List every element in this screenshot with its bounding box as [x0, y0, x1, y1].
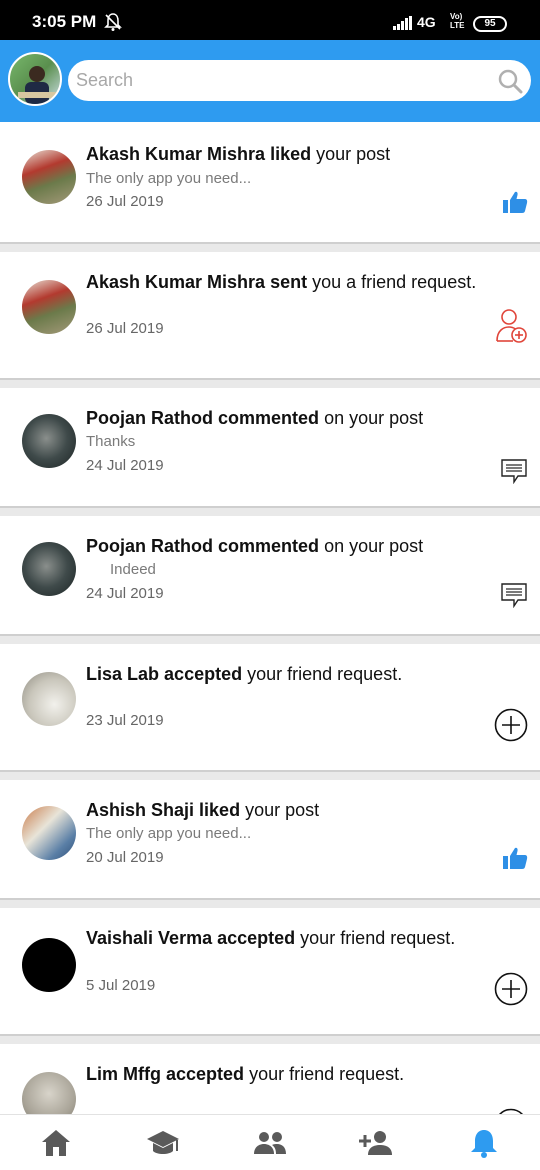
notification-date: 26 Jul 2019 [86, 320, 164, 337]
user-avatar [22, 150, 76, 204]
notification-text: your friend request. [247, 664, 403, 684]
comment-preview: Thanks [86, 433, 136, 450]
notification-text: your friend request. [249, 1064, 405, 1084]
actor-name: Poojan Rathod [86, 536, 213, 556]
search-icon[interactable] [497, 68, 523, 94]
notification-verb: sent [270, 272, 308, 292]
add-circle-icon[interactable] [494, 708, 528, 742]
notification-title: Akash Kumar Mishra sent you a friend req… [86, 272, 476, 293]
mute-icon [104, 13, 122, 31]
status-time: 3:05 PM [32, 12, 97, 31]
like-icon[interactable] [502, 846, 528, 870]
courses-icon[interactable] [145, 1127, 181, 1159]
search-input[interactable] [76, 66, 486, 94]
user-avatar [22, 280, 76, 334]
user-avatar [22, 414, 76, 468]
notification-date: 24 Jul 2019 [86, 585, 164, 602]
volte-label: Vo) LTE [450, 12, 465, 30]
user-avatar [22, 542, 76, 596]
add-circle-icon[interactable] [494, 972, 528, 1006]
user-avatar [22, 1072, 76, 1114]
notification-text: your post [316, 144, 391, 164]
post-preview: The only app you need... [86, 170, 252, 187]
actor-name: Akash Kumar Mishra [86, 144, 266, 164]
notification-date: 26 Jul 2019 [86, 193, 164, 210]
notification-title: Lisa Lab accepted your friend request. [86, 664, 402, 685]
notification-verb: liked [199, 800, 241, 820]
notification-date: 24 Jul 2019 [86, 457, 164, 474]
notification-verb: accepted [166, 1064, 245, 1084]
add-friend-nav-icon[interactable] [358, 1127, 394, 1159]
actor-name: Akash Kumar Mishra [86, 272, 266, 292]
notification-item[interactable]: Vaishali Verma accepted your friend requ… [0, 908, 540, 1036]
notification-title: Lim Mffg accepted your friend request. [86, 1064, 404, 1085]
add-friend-icon[interactable] [496, 308, 528, 344]
notification-verb: accepted [217, 928, 296, 948]
profile-photo [18, 66, 58, 104]
notification-item[interactable]: Lim Mffg accepted your friend request. [0, 1044, 540, 1114]
comment-icon[interactable] [500, 582, 528, 608]
notification-title: Vaishali Verma accepted your friend requ… [86, 928, 455, 949]
notifications-icon[interactable] [466, 1127, 502, 1159]
notification-item[interactable]: Lisa Lab accepted your friend request. 2… [0, 644, 540, 772]
notification-item[interactable]: Akash Kumar Mishra sent you a friend req… [0, 252, 540, 380]
notification-item[interactable]: Ashish Shaji liked your post The only ap… [0, 780, 540, 900]
notification-verb: accepted [164, 664, 243, 684]
search-bar[interactable] [68, 60, 531, 101]
notifications-list: Akash Kumar Mishra liked your post The o… [0, 122, 540, 1114]
actor-name: Ashish Shaji [86, 800, 195, 820]
app-bar [0, 40, 540, 122]
post-preview: The only app you need... [86, 825, 252, 842]
actor-name: Lim Mffg [86, 1064, 161, 1084]
notification-date: 23 Jul 2019 [86, 712, 164, 729]
user-avatar [22, 672, 76, 726]
profile-avatar[interactable] [8, 52, 62, 106]
notification-text: on your post [324, 408, 424, 428]
notification-title: Poojan Rathod commented on your post [86, 536, 423, 557]
friends-icon[interactable] [252, 1127, 288, 1159]
notification-verb: commented [218, 536, 320, 556]
notification-title: Akash Kumar Mishra liked your post [86, 144, 390, 165]
user-avatar [22, 806, 76, 860]
actor-name: Vaishali Verma [86, 928, 213, 948]
notification-date: 5 Jul 2019 [86, 977, 156, 994]
network-type: 4G [417, 14, 436, 30]
notification-title: Ashish Shaji liked your post [86, 800, 319, 821]
notification-text: your friend request. [300, 928, 456, 948]
battery-level: 95 [473, 16, 507, 32]
notification-verb: commented [218, 408, 320, 428]
volte-bottom: LTE [450, 21, 465, 30]
notification-title: Poojan Rathod commented on your post [86, 408, 423, 429]
actor-name: Lisa Lab [86, 664, 160, 684]
notification-text: you a friend request. [312, 272, 477, 292]
notification-item[interactable]: Akash Kumar Mishra liked your post The o… [0, 122, 540, 244]
comment-icon[interactable] [500, 458, 528, 484]
notification-text: your post [245, 800, 320, 820]
notification-verb: liked [270, 144, 312, 164]
notification-item[interactable]: Poojan Rathod commented on your post Tha… [0, 388, 540, 508]
notification-item[interactable]: Poojan Rathod commented on your post Ind… [0, 516, 540, 636]
volte-top: Vo) [450, 12, 463, 21]
actor-name: Poojan Rathod [86, 408, 213, 428]
home-icon[interactable] [38, 1127, 74, 1159]
like-icon[interactable] [502, 190, 528, 214]
notification-text: on your post [324, 536, 424, 556]
signal-icon [393, 16, 412, 30]
notification-date: 20 Jul 2019 [86, 849, 164, 866]
comment-preview: Indeed [110, 561, 156, 578]
bottom-navigation [0, 1114, 540, 1170]
user-avatar [22, 938, 76, 992]
